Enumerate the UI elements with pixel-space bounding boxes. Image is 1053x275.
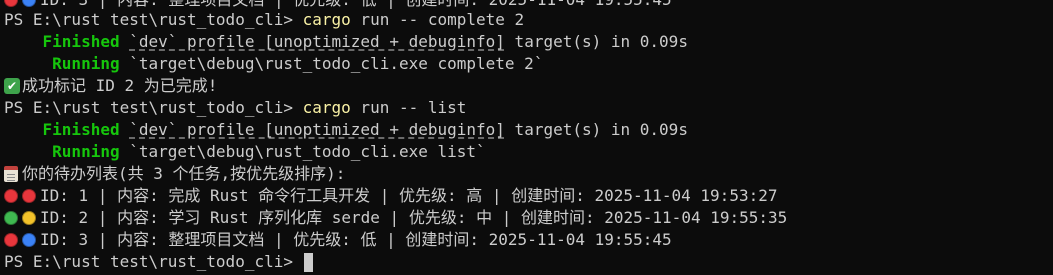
prompt-line[interactable]: PS E:\rust test\rust_todo_cli> <box>4 251 313 273</box>
list-item: ID: 1 | 内容: 完成 Rust 命令行工具开发 | 优先级: 高 | 创… <box>4 185 777 207</box>
finished-line: Finished `dev` profile [unoptimized + de… <box>4 119 688 141</box>
prompt-line: PS E:\rust test\rust_todo_cli> cargo run… <box>4 9 524 31</box>
success-message: ✔ 成功标记 ID 2 为已完成! <box>4 75 217 97</box>
prompt-line: PS E:\rust test\rust_todo_cli> cargo run… <box>4 97 466 119</box>
running-command: `target\debug\rust_todo_cli.exe complete… <box>129 54 544 73</box>
build-profile: `dev` profile [unoptimized + debuginfo] <box>129 120 505 139</box>
command-args: run -- list <box>350 98 467 117</box>
running-line: Running `target\debug\rust_todo_cli.exe … <box>4 141 486 163</box>
command-name: cargo <box>302 98 351 117</box>
success-text: 成功标记 ID 2 为已完成! <box>22 76 218 95</box>
build-profile: `dev` profile [unoptimized + debuginfo] <box>129 32 505 51</box>
command-args: run -- complete 2 <box>350 10 525 29</box>
red-circle-icon <box>4 0 18 7</box>
check-mark-icon: ✔ <box>4 78 20 94</box>
list-item-text: ID: 2 | 内容: 学习 Rust 序列化库 serde | 优先级: 中 … <box>40 208 788 227</box>
text-cursor[interactable] <box>303 252 313 272</box>
prompt-path: PS E:\rust test\rust_todo_cli> <box>4 10 303 29</box>
red-circle-icon <box>22 189 36 203</box>
running-label: Running <box>4 54 130 73</box>
list-header: 你的待办列表(共 3 个任务,按优先级排序): <box>4 163 345 185</box>
list-header-text: 你的待办列表(共 3 个任务,按优先级排序): <box>22 164 346 183</box>
finished-line: Finished `dev` profile [unoptimized + de… <box>4 31 688 53</box>
command-name: cargo <box>302 10 351 29</box>
red-circle-icon <box>4 233 18 247</box>
yellow-circle-icon <box>22 211 36 225</box>
build-time: target(s) in 0.09s <box>504 120 688 139</box>
list-item: ID: 3 | 内容: 整理项目文档 | 优先级: 低 | 创建时间: 2025… <box>4 229 672 251</box>
prompt-path: PS E:\rust test\rust_todo_cli> <box>4 252 303 271</box>
running-command: `target\debug\rust_todo_cli.exe list` <box>129 142 486 161</box>
list-item: ID: 2 | 内容: 学习 Rust 序列化库 serde | 优先级: 中 … <box>4 207 787 229</box>
list-item-text: ID: 3 | 内容: 整理项目文档 | 优先级: 低 | 创建时间: 2025… <box>40 230 672 249</box>
clipboard-icon <box>4 166 18 182</box>
running-line: Running `target\debug\rust_todo_cli.exe … <box>4 53 543 75</box>
build-time: target(s) in 0.09s <box>504 32 688 51</box>
prompt-path: PS E:\rust test\rust_todo_cli> <box>4 98 303 117</box>
running-label: Running <box>4 142 130 161</box>
blue-circle-icon <box>22 0 36 7</box>
finished-label: Finished <box>4 32 130 51</box>
red-circle-icon <box>4 189 18 203</box>
finished-label: Finished <box>4 120 130 139</box>
green-circle-icon <box>4 211 18 225</box>
terminal-window[interactable]: ID: 3 | 内容: 整理项目文档 | 优先级: 低 | 创建时间: 2025… <box>0 0 1053 275</box>
blue-circle-icon <box>22 233 36 247</box>
list-item-text: ID: 1 | 内容: 完成 Rust 命令行工具开发 | 优先级: 高 | 创… <box>40 186 778 205</box>
